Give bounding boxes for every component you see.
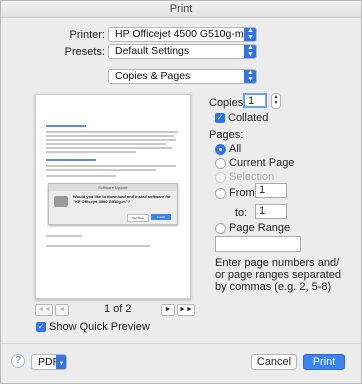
preview-text-line — [46, 143, 166, 145]
preview-text-line — [46, 139, 176, 141]
presets-label: Presets: — [64, 46, 105, 58]
copies-field[interactable]: 1 — [243, 93, 267, 108]
printer-icon — [54, 196, 68, 207]
pages-range-radio[interactable] — [215, 223, 226, 234]
collated-checkbox[interactable]: ✓ — [215, 113, 225, 123]
printer-label: Printer: — [69, 29, 105, 41]
copies-stepper[interactable]: ▲ ▼ — [271, 93, 281, 109]
preview-dialog-text: Would you like to download and install s… — [73, 194, 171, 204]
preview-text-line — [46, 147, 172, 149]
next-page-button[interactable]: ► — [161, 304, 175, 316]
popup-arrows-icon: ▲ ▼ — [244, 28, 256, 41]
show-quick-preview-checkbox[interactable]: ✓ — [36, 322, 46, 332]
print-dialog: Print Printer: HP Officejet 4500 G510g-m… — [0, 0, 362, 384]
pages-range-label: Page Range — [229, 222, 291, 234]
help-icon: ? — [15, 355, 21, 366]
show-quick-preview-label: Show Quick Preview — [49, 321, 150, 333]
pages-selection-label: Selection — [229, 171, 275, 183]
pages-from-radio[interactable] — [215, 188, 226, 199]
from-page-field[interactable]: 1 — [255, 183, 287, 198]
pages-current-label: Current Page — [229, 157, 295, 169]
preview-dialog-ok: Install — [151, 214, 171, 220]
page-range-help: Enter page numbers and/ or page ranges s… — [215, 257, 341, 293]
preview-text-line — [46, 135, 174, 137]
preview-text-line — [46, 151, 136, 153]
preview-heading — [46, 159, 96, 161]
preview-text-line — [46, 245, 150, 247]
page-indicator: 1 of 2 — [104, 303, 132, 315]
presets-popup[interactable]: Default Settings ▲ ▼ — [108, 44, 257, 59]
footer-divider — [1, 343, 361, 344]
printer-popup[interactable]: HP Officejet 4500 G510g-m ▲ ▼ — [108, 27, 257, 42]
to-page-field[interactable]: 1 — [255, 204, 287, 219]
section-popup[interactable]: Copies & Pages ▲ ▼ — [108, 69, 257, 84]
preview-dialog: Software Update Would you like to downlo… — [48, 183, 178, 225]
pdf-menu-button[interactable]: PDF ▼ — [31, 354, 67, 370]
print-button[interactable]: Print — [303, 354, 345, 370]
collated-label: Collated — [228, 112, 269, 124]
preview-dialog-cancel: Not Now — [127, 214, 149, 222]
pages-all-radio[interactable] — [215, 144, 226, 155]
popup-arrows-icon: ▲ ▼ — [244, 45, 256, 58]
section-value: Copies & Pages — [115, 70, 191, 82]
pages-current-radio[interactable] — [215, 158, 226, 169]
last-page-button[interactable]: ►► — [177, 304, 195, 316]
pages-selection-radio[interactable] — [215, 172, 226, 183]
pages-label: Pages: — [209, 129, 244, 141]
page-range-help-line-2: or page ranges separated — [215, 269, 341, 281]
presets-value: Default Settings — [115, 45, 190, 57]
copies-label: Copies: — [209, 97, 247, 109]
pages-all-label: All — [229, 143, 242, 155]
help-button[interactable]: ? — [11, 354, 25, 368]
page-preview: Software Update Would you like to downlo… — [35, 94, 191, 299]
previous-page-button[interactable]: ◄ — [55, 304, 69, 316]
pages-to-label: to: — [235, 207, 248, 219]
printer-value: HP Officejet 4500 G510g-m — [115, 28, 244, 40]
preview-heading — [46, 125, 86, 127]
preview-dialog-title: Software Update — [49, 184, 177, 191]
first-page-button[interactable]: ◄◄ — [35, 304, 53, 316]
chevron-down-icon: ▼ — [56, 355, 66, 369]
page-range-field[interactable] — [215, 236, 301, 252]
popup-arrows-icon: ▲ ▼ — [244, 70, 256, 83]
window-title: Print — [1, 1, 361, 18]
preview-text-line — [46, 169, 156, 171]
page-range-help-line-1: Enter page numbers and/ — [215, 257, 340, 269]
preview-text-line — [46, 131, 178, 133]
preview-text-line — [46, 165, 176, 167]
pages-from-label: From: — [229, 187, 258, 199]
page-range-help-line-3: by commas (e.g. 2, 5-8) — [215, 281, 332, 293]
preview-text-line — [46, 175, 116, 177]
cancel-button[interactable]: Cancel — [251, 354, 297, 370]
preview-text-line — [46, 235, 82, 237]
